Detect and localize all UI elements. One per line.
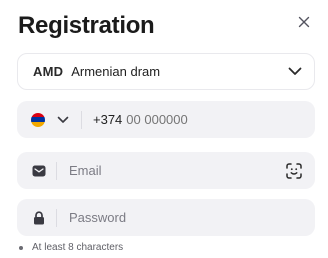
email-field xyxy=(17,152,315,189)
divider xyxy=(81,110,82,129)
bullet-icon xyxy=(19,245,23,250)
currency-select[interactable]: AMD Armenian dram xyxy=(17,53,315,90)
lock-icon xyxy=(32,210,46,225)
divider xyxy=(56,161,57,180)
email-input[interactable] xyxy=(69,163,285,178)
phone-input[interactable] xyxy=(126,112,247,127)
password-hint: At least 8 characters xyxy=(19,242,123,253)
currency-code: AMD xyxy=(33,64,64,79)
country-chevron-icon[interactable] xyxy=(57,116,69,124)
password-field xyxy=(17,199,315,236)
phone-field: +374 xyxy=(17,101,315,138)
phone-prefix: +374 xyxy=(93,112,123,127)
divider xyxy=(56,208,57,227)
currency-name: Armenian dram xyxy=(71,64,161,79)
close-icon[interactable] xyxy=(296,14,312,30)
password-hint-text: At least 8 characters xyxy=(32,242,124,253)
mail-icon xyxy=(32,164,46,178)
scan-face-icon[interactable] xyxy=(285,162,303,180)
chevron-down-icon xyxy=(288,63,302,81)
page-title: Registration xyxy=(18,12,155,39)
armenia-flag-icon[interactable] xyxy=(31,112,45,127)
password-input[interactable] xyxy=(69,210,303,225)
